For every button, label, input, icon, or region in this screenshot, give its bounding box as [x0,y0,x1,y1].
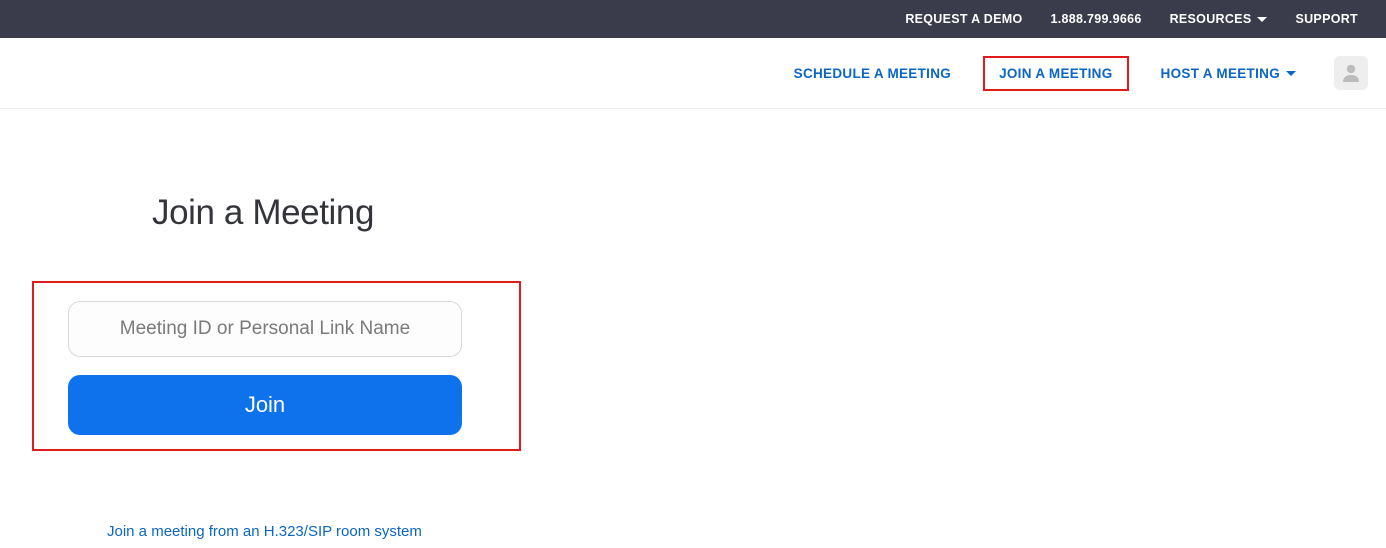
resources-label: RESOURCES [1170,12,1252,26]
join-meeting-link[interactable]: JOIN A MEETING [983,56,1128,91]
schedule-meeting-link[interactable]: SCHEDULE A MEETING [786,60,959,87]
chevron-down-icon [1286,71,1296,76]
resources-dropdown[interactable]: RESOURCES [1170,12,1268,26]
join-form: Join [32,281,521,451]
mainbar: SCHEDULE A MEETING JOIN A MEETING HOST A… [0,38,1386,109]
meeting-id-input[interactable] [68,301,462,357]
page-title: Join a Meeting [152,193,1386,233]
phone-number[interactable]: 1.888.799.9666 [1050,12,1141,26]
support-link[interactable]: SUPPORT [1295,12,1358,26]
content: Join a Meeting Join Join a meeting from … [0,109,1386,541]
chevron-down-icon [1257,17,1267,22]
host-meeting-dropdown[interactable]: HOST A MEETING [1153,60,1304,87]
host-meeting-label: HOST A MEETING [1161,66,1280,81]
user-icon [1339,61,1363,85]
h323-sip-link[interactable]: Join a meeting from an H.323/SIP room sy… [107,523,422,540]
join-button[interactable]: Join [68,375,462,435]
avatar[interactable] [1334,56,1368,90]
topbar: REQUEST A DEMO 1.888.799.9666 RESOURCES … [0,0,1386,38]
request-demo-link[interactable]: REQUEST A DEMO [905,12,1022,26]
